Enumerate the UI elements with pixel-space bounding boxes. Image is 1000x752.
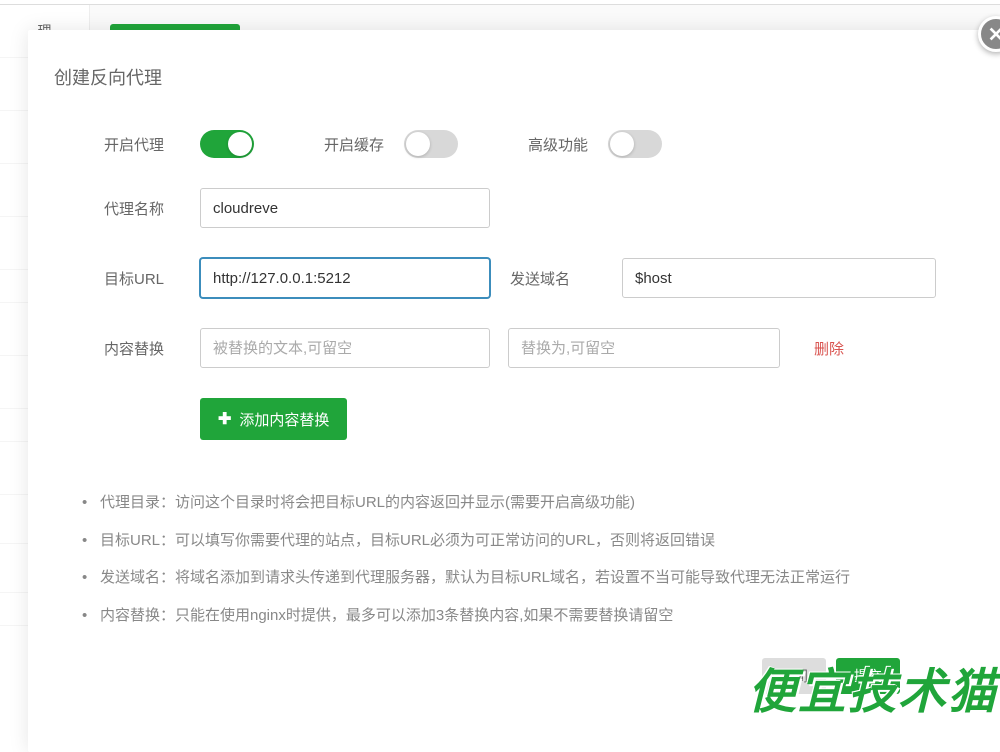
reverse-proxy-modal: 创建反向代理 开启代理 开启缓存 高级功能 bbox=[28, 30, 1000, 752]
name-label: 代理名称 bbox=[104, 198, 200, 219]
advanced-toggle[interactable] bbox=[608, 130, 662, 158]
replace-to-input[interactable] bbox=[508, 328, 780, 368]
add-row: ✚ 添加内容替换 bbox=[104, 398, 950, 440]
send-domain-label: 发送域名 bbox=[510, 268, 602, 289]
target-url-input[interactable] bbox=[200, 258, 490, 298]
proxy-toggle[interactable] bbox=[200, 130, 254, 158]
advanced-toggle-group: 高级功能 bbox=[528, 130, 662, 158]
modal-body: 开启代理 开启缓存 高级功能 bbox=[28, 90, 1000, 714]
proxy-name-input[interactable] bbox=[200, 188, 490, 228]
replace-from-input[interactable] bbox=[200, 328, 490, 368]
advanced-toggle-label: 高级功能 bbox=[528, 134, 588, 155]
toggle-knob bbox=[610, 132, 634, 156]
cache-toggle-label: 开启缓存 bbox=[324, 134, 384, 155]
send-domain-input[interactable] bbox=[622, 258, 936, 298]
help-item-url: 目标URL：可以填写你需要代理的站点，目标URL必须为可正常访问的URL，否则将… bbox=[74, 528, 950, 554]
modal-title: 创建反向代理 bbox=[28, 30, 1000, 90]
help-list: 代理目录：访问这个目录时将会把目标URL的内容返回并显示(需要开启高级功能) 目… bbox=[74, 490, 950, 628]
submit-button[interactable]: 提交 bbox=[836, 658, 900, 694]
proxy-toggle-label: 开启代理 bbox=[104, 134, 200, 155]
name-row: 代理名称 bbox=[104, 188, 950, 228]
modal-footer: 关闭 提交 bbox=[104, 640, 950, 694]
close-icon bbox=[987, 25, 1000, 43]
cache-toggle-group: 开启缓存 bbox=[324, 130, 458, 158]
add-replace-button[interactable]: ✚ 添加内容替换 bbox=[200, 398, 347, 440]
help-item-replace: 内容替换：只能在使用nginx时提供，最多可以添加3条替换内容,如果不需要替换请… bbox=[74, 603, 950, 629]
add-button-label: 添加内容替换 bbox=[239, 409, 329, 430]
cancel-button[interactable]: 关闭 bbox=[762, 658, 826, 694]
url-label: 目标URL bbox=[104, 268, 200, 289]
bg-top-bar bbox=[0, 0, 1000, 5]
plus-icon: ✚ bbox=[218, 409, 231, 429]
toggle-knob bbox=[406, 132, 430, 156]
help-item-directory: 代理目录：访问这个目录时将会把目标URL的内容返回并显示(需要开启高级功能) bbox=[74, 490, 950, 516]
help-item-domain: 发送域名：将域名添加到请求头传递到代理服务器，默认为目标URL域名，若设置不当可… bbox=[74, 565, 950, 591]
toggle-knob bbox=[228, 132, 252, 156]
replace-label: 内容替换 bbox=[104, 338, 200, 359]
delete-replace-link[interactable]: 删除 bbox=[814, 338, 844, 359]
replace-row: 内容替换 删除 bbox=[104, 328, 950, 368]
toggle-row: 开启代理 开启缓存 高级功能 bbox=[104, 130, 950, 158]
url-row: 目标URL 发送域名 bbox=[104, 258, 950, 298]
cache-toggle[interactable] bbox=[404, 130, 458, 158]
